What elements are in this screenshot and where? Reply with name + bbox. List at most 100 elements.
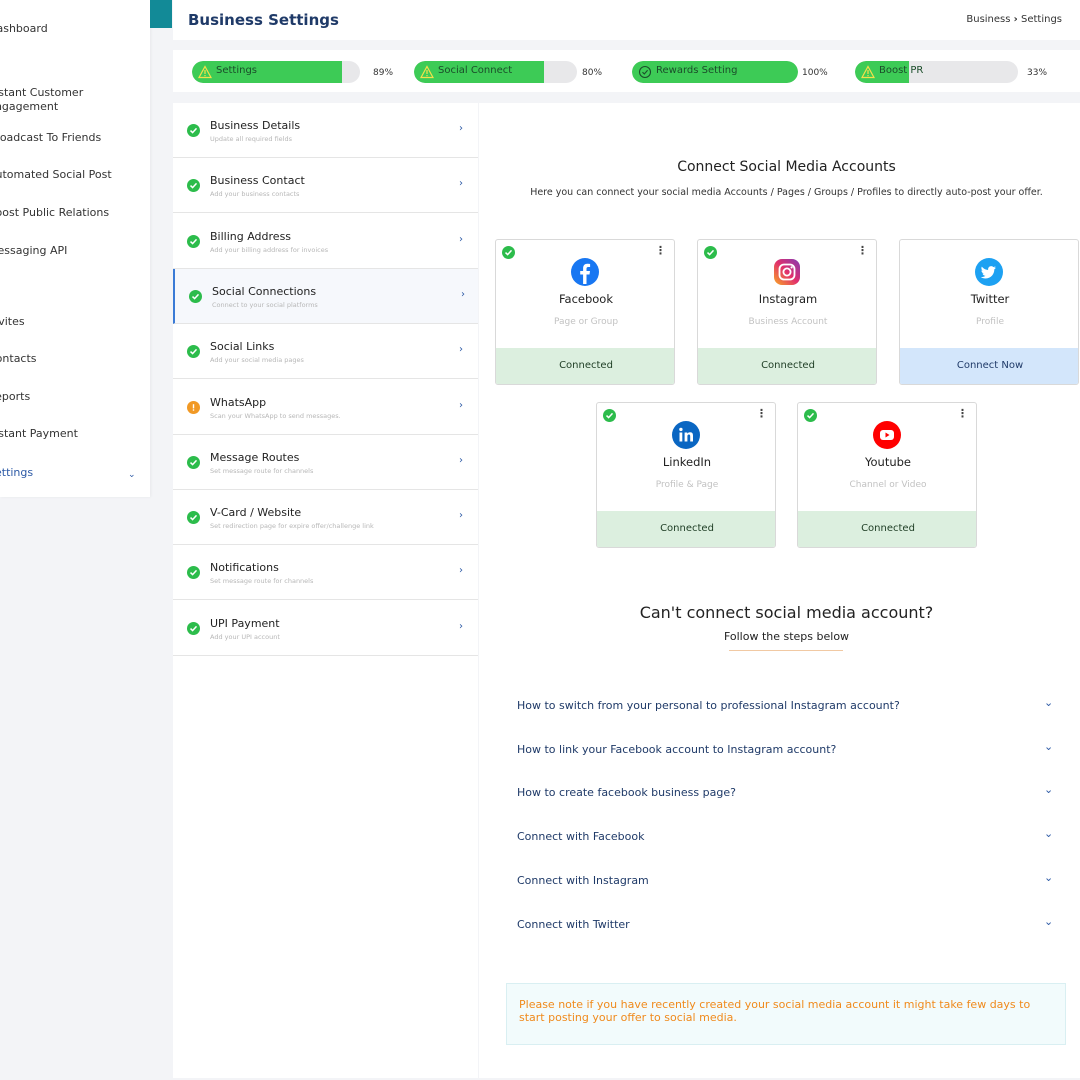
check-circle-icon	[189, 289, 202, 303]
sidebar-item-instant-customer-engagement-line2[interactable]: Engagement	[0, 100, 150, 114]
chevron-right-icon: ›	[459, 178, 463, 190]
check-circle-icon	[638, 65, 652, 79]
sidebar-item-instant-customer-engagement[interactable]: Instant Customer	[0, 86, 150, 100]
sidebar-item-reports[interactable]: Reports	[0, 390, 150, 404]
section-description: Here you can connect your social media A…	[530, 187, 1043, 198]
platform-name: Instagram	[758, 292, 818, 306]
step-item[interactable]: UPI Payment Add your UPI account ›	[173, 601, 478, 656]
chevron-down-icon: ⌄	[1044, 783, 1054, 797]
step-subtitle: Scan your WhatsApp to send messages.	[210, 411, 341, 420]
settings-steps-list: Business Details Update all required fiel…	[173, 103, 478, 1078]
check-circle-icon	[187, 124, 200, 137]
platform-subtitle: Profile & Page	[655, 480, 719, 490]
sidebar-item-settings[interactable]: Settings⌄	[0, 466, 150, 480]
sidebar-toggle-accent	[150, 0, 172, 28]
faq-item[interactable]: How to create facebook business page? ⌄	[517, 783, 1057, 806]
step-title: Business Details	[210, 119, 301, 132]
sidebar-item-instant-payment[interactable]: Instant Payment	[0, 427, 150, 441]
step-item[interactable]: V-Card / Website Set redirection page for…	[173, 490, 478, 546]
faq-item[interactable]: Connect with Twitter ⌄	[517, 914, 1057, 938]
step-title: Billing Address	[210, 229, 292, 243]
faq-item[interactable]: Connect with Instagram ⌄	[517, 870, 1057, 894]
step-item[interactable]: Message Routes Set message route for chan…	[173, 435, 478, 490]
warning-icon	[198, 65, 212, 79]
sidebar-item-invites[interactable]: Invites	[0, 315, 150, 329]
step-subtitle: Set message route for channels	[210, 577, 314, 586]
youtube-icon	[872, 420, 902, 450]
more-options-icon[interactable]: ⋮	[957, 407, 968, 420]
step-item[interactable]: Notifications Set message route for chann…	[173, 545, 478, 601]
youtube-card: ⋮ Youtube Channel or Video Connected	[797, 402, 977, 548]
instagram-icon	[772, 257, 802, 287]
faq-question: Connect with Facebook	[517, 830, 645, 844]
sidebar-item-contacts[interactable]: Contacts	[0, 352, 150, 366]
chevron-down-icon: ⌄	[1044, 870, 1054, 884]
step-title: WhatsApp	[210, 395, 267, 409]
breadcrumb-separator: ›	[1013, 14, 1018, 25]
step-title: Business Contact	[210, 174, 305, 188]
step-subtitle: Add your social media pages	[210, 356, 304, 365]
twitter-card: Twitter Profile Connect Now	[899, 239, 1079, 385]
sidebar-item-messaging-api[interactable]: Messaging API	[0, 244, 150, 258]
social-connections-panel: Connect Social Media Accounts Here you c…	[479, 103, 1080, 1078]
step-title: UPI Payment	[210, 616, 280, 630]
faq-item[interactable]: Connect with Facebook ⌄	[517, 827, 1057, 850]
page-header: Business Settings Business › Settings	[173, 0, 1080, 40]
page-title: Business Settings	[188, 11, 339, 29]
step-subtitle: Update all required fields	[210, 135, 292, 143]
connected-status[interactable]: Connected	[698, 348, 876, 384]
progress-percent: 89%	[373, 68, 394, 78]
chevron-down-icon: ⌄	[1044, 914, 1054, 928]
progress-panel: Settings 89% Social Connect 80% Rewards …	[173, 50, 1080, 92]
check-circle-icon	[804, 409, 817, 422]
step-title: Notifications	[210, 561, 279, 575]
platform-subtitle: Channel or Video	[849, 480, 927, 490]
check-circle-icon	[187, 179, 200, 193]
connected-status[interactable]: Connected	[798, 511, 976, 547]
chevron-right-icon: ›	[459, 233, 463, 245]
breadcrumb-root[interactable]: Business	[966, 14, 1010, 25]
check-circle-icon	[187, 566, 200, 580]
faq-question: How to switch from your personal to prof…	[517, 699, 900, 712]
chevron-down-icon: ⌄	[1044, 827, 1054, 841]
step-item[interactable]: WhatsApp Scan your WhatsApp to send messa…	[173, 380, 478, 435]
faq-item[interactable]: How to link your Facebook account to Ins…	[517, 739, 1057, 763]
platform-subtitle: Profile	[976, 317, 1004, 327]
step-item[interactable]: Business Details Update all required fiel…	[173, 103, 478, 158]
check-circle-icon	[187, 511, 200, 525]
progress-percent: 33%	[1027, 68, 1048, 78]
step-subtitle: Connect to your social platforms	[212, 300, 318, 309]
step-item[interactable]: Social Links Add your social media pages ›	[173, 324, 478, 380]
chevron-right-icon: ›	[459, 620, 463, 632]
progress-fill	[192, 61, 342, 83]
sidebar-item-automated-social-post[interactable]: Automated Social Post	[0, 168, 150, 182]
sidebar: Dashboard Instant Customer Engagement Br…	[0, 0, 150, 497]
help-subtitle: Follow the steps below	[723, 630, 850, 643]
faq-question: How to link your Facebook account to Ins…	[517, 742, 837, 756]
chevron-right-icon: ›	[459, 399, 463, 411]
step-title: Message Routes	[210, 450, 300, 464]
step-item[interactable]: Billing Address Add your billing address …	[173, 214, 478, 269]
faq-item[interactable]: How to switch from your personal to prof…	[517, 696, 1057, 719]
more-options-icon[interactable]: ⋮	[857, 244, 868, 257]
warning-icon	[861, 65, 875, 79]
sidebar-item-dashboard[interactable]: Dashboard	[0, 22, 150, 36]
connected-status[interactable]: Connected	[597, 511, 775, 547]
check-circle-icon	[187, 234, 200, 248]
connected-status[interactable]: Connected	[496, 348, 674, 384]
chevron-down-icon: ⌄	[1044, 739, 1054, 753]
more-options-icon[interactable]: ⋮	[756, 407, 767, 420]
check-circle-icon	[187, 455, 200, 469]
step-item[interactable]: Business Contact Add your business contac…	[173, 158, 478, 214]
more-options-icon[interactable]: ⋮	[655, 244, 666, 257]
chevron-right-icon: ›	[459, 454, 463, 466]
chevron-down-icon: ⌄	[1044, 696, 1054, 709]
connect-now-button[interactable]: Connect Now	[900, 348, 1078, 384]
sidebar-item-boost-pr[interactable]: Boost Public Relations	[0, 206, 150, 220]
check-circle-icon	[187, 621, 200, 635]
step-subtitle: Add your business contacts	[210, 190, 300, 199]
chevron-right-icon: ›	[459, 510, 463, 522]
divider	[729, 650, 843, 651]
step-item[interactable]: Social Connections Connect to your social…	[173, 268, 478, 324]
sidebar-item-broadcast[interactable]: Broadcast To Friends	[0, 131, 150, 145]
